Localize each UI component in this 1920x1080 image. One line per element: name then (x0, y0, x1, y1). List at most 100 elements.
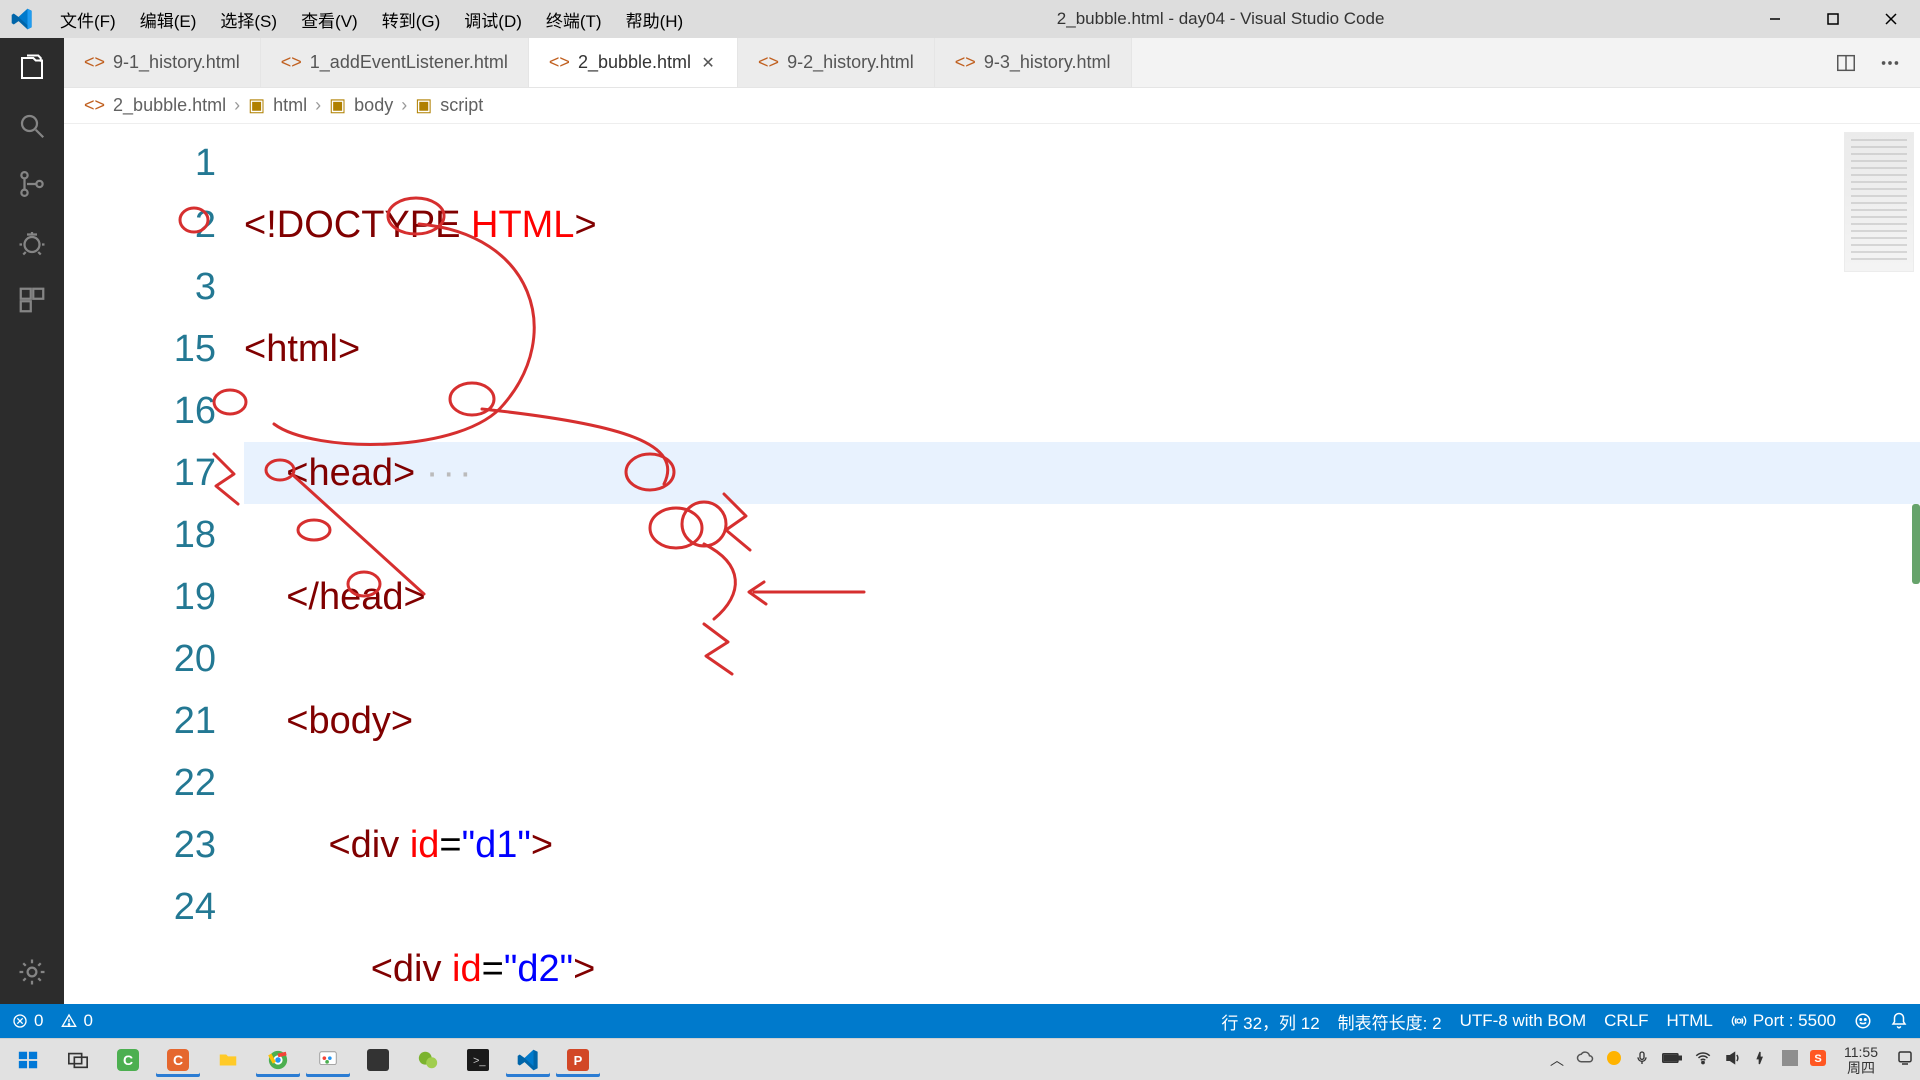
tab-1-addEventListener[interactable]: <> 1_addEventListener.html (261, 38, 529, 87)
tab-label: 2_bubble.html (578, 52, 691, 73)
breadcrumb-body[interactable]: body (354, 95, 393, 116)
menu-selection[interactable]: 选择(S) (208, 1, 289, 38)
tab-9-3-history[interactable]: <> 9-3_history.html (935, 38, 1132, 87)
menu-debug[interactable]: 调试(D) (452, 1, 534, 38)
tray-power-icon[interactable] (1754, 1049, 1770, 1070)
menu-bar: 文件(F) 编辑(E) 选择(S) 查看(V) 转到(G) 调试(D) 终端(T… (48, 1, 695, 38)
title-bar: 文件(F) 编辑(E) 选择(S) 查看(V) 转到(G) 调试(D) 终端(T… (0, 0, 1920, 38)
tray-battery-icon[interactable] (1662, 1051, 1682, 1068)
svg-text:C: C (123, 1052, 133, 1068)
status-live-server[interactable]: Port : 5500 (1731, 1011, 1836, 1031)
status-warnings[interactable]: 0 (61, 1011, 92, 1031)
explorer-icon[interactable] (14, 50, 50, 86)
tab-9-2-history[interactable]: <> 9-2_history.html (738, 38, 935, 87)
code-area[interactable]: <!DOCTYPE HTML> <html> <head> ··· </head… (244, 132, 1920, 1004)
activity-bar (0, 38, 64, 1004)
menu-go[interactable]: 转到(G) (370, 1, 453, 38)
tab-label: 1_addEventListener.html (310, 52, 508, 73)
file-explorer-icon[interactable] (206, 1043, 250, 1077)
tab-label: 9-1_history.html (113, 52, 240, 73)
breadcrumb-script[interactable]: script (440, 95, 483, 116)
camtasia2-icon[interactable]: C (156, 1043, 200, 1077)
status-eol[interactable]: CRLF (1604, 1011, 1648, 1031)
tray-wifi-icon[interactable] (1694, 1049, 1712, 1070)
vscode-taskbar-icon[interactable] (506, 1043, 550, 1077)
maximize-button[interactable] (1804, 0, 1862, 38)
symbol-icon: ▣ (415, 95, 432, 116)
system-tray: ︿ S 11:55 周四 (1550, 1044, 1914, 1076)
menu-terminal[interactable]: 终端(T) (534, 1, 614, 38)
camtasia-icon[interactable]: C (106, 1043, 150, 1077)
menu-help[interactable]: 帮助(H) (614, 1, 696, 38)
status-encoding[interactable]: UTF-8 with BOM (1460, 1011, 1587, 1031)
breadcrumb-html[interactable]: html (273, 95, 307, 116)
tray-cloud-icon[interactable] (1576, 1049, 1594, 1070)
settings-gear-icon[interactable] (14, 954, 50, 990)
scrollbar-thumb[interactable] (1912, 504, 1920, 584)
split-editor-icon[interactable] (1832, 49, 1860, 77)
breadcrumb[interactable]: <> 2_bubble.html › ▣ html › ▣ body › ▣ s… (64, 88, 1920, 124)
terminal-icon[interactable]: >_ (456, 1043, 500, 1077)
status-notifications-icon[interactable] (1890, 1012, 1908, 1030)
debug-icon[interactable] (14, 224, 50, 260)
task-view-icon[interactable] (56, 1043, 100, 1077)
app-dark-icon[interactable] (356, 1043, 400, 1077)
tray-chevron-up-icon[interactable]: ︿ (1550, 1050, 1564, 1070)
html-file-icon: <> (758, 52, 779, 73)
search-icon[interactable] (14, 108, 50, 144)
chevron-right-icon: › (315, 95, 321, 116)
extensions-icon[interactable] (14, 282, 50, 318)
folded-indicator[interactable]: ··· (426, 452, 476, 494)
window-title: 2_bubble.html - day04 - Visual Studio Co… (695, 9, 1746, 29)
minimize-button[interactable] (1746, 0, 1804, 38)
html-file-icon: <> (84, 95, 105, 116)
vscode-logo-icon (10, 7, 34, 31)
wechat-icon[interactable] (406, 1043, 450, 1077)
taskbar-clock[interactable]: 11:55 周四 (1838, 1044, 1884, 1076)
paint-icon[interactable] (306, 1043, 350, 1077)
tray-volume-icon[interactable] (1724, 1049, 1742, 1070)
status-feedback-icon[interactable] (1854, 1012, 1872, 1030)
windows-taskbar: C C >_ P ︿ S 11:55 周四 (0, 1038, 1920, 1080)
tray-app2-icon[interactable] (1782, 1050, 1798, 1069)
status-language[interactable]: HTML (1667, 1011, 1713, 1031)
tab-9-1-history[interactable]: <> 9-1_history.html (64, 38, 261, 87)
status-cursor-position[interactable]: 行 32，列 12 (1221, 1009, 1319, 1034)
line-number-gutter: 1 2 3 15 16 17 18 19 20 21 22 23 24 (64, 132, 244, 1004)
svg-text:S: S (1814, 1053, 1821, 1065)
tab-label: 9-3_history.html (984, 52, 1111, 73)
menu-view[interactable]: 查看(V) (289, 1, 370, 38)
symbol-icon: ▣ (248, 95, 265, 116)
chevron-right-icon: › (401, 95, 407, 116)
scm-icon[interactable] (14, 166, 50, 202)
tabs-bar: <> 9-1_history.html <> 1_addEventListene… (64, 38, 1920, 88)
svg-text:>_: >_ (473, 1055, 486, 1067)
html-file-icon: <> (955, 52, 976, 73)
editor-group: <> 9-1_history.html <> 1_addEventListene… (64, 38, 1920, 1004)
close-button[interactable] (1862, 0, 1920, 38)
chevron-right-icon: › (234, 95, 240, 116)
html-file-icon: <> (549, 52, 570, 73)
minimap[interactable] (1844, 132, 1914, 272)
tray-sogou-icon[interactable]: S (1810, 1050, 1826, 1069)
more-actions-icon[interactable] (1876, 49, 1904, 77)
tab-label: 9-2_history.html (787, 52, 914, 73)
menu-edit[interactable]: 编辑(E) (128, 1, 209, 38)
close-icon[interactable]: ✕ (699, 54, 717, 72)
status-tab-size[interactable]: 制表符长度: 2 (1338, 1009, 1442, 1034)
tray-mic-icon[interactable] (1634, 1049, 1650, 1070)
svg-text:P: P (574, 1053, 583, 1068)
tab-2-bubble[interactable]: <> 2_bubble.html ✕ (529, 38, 738, 87)
html-file-icon: <> (281, 52, 302, 73)
symbol-icon: ▣ (329, 95, 346, 116)
chrome-icon[interactable] (256, 1043, 300, 1077)
editor[interactable]: 1 2 3 15 16 17 18 19 20 21 22 23 24 <!DO… (64, 124, 1920, 1004)
svg-text:C: C (173, 1052, 183, 1068)
status-errors[interactable]: 0 (12, 1011, 43, 1031)
tray-app-icon[interactable] (1606, 1050, 1622, 1069)
breadcrumb-file[interactable]: 2_bubble.html (113, 95, 226, 116)
powerpoint-icon[interactable]: P (556, 1043, 600, 1077)
menu-file[interactable]: 文件(F) (48, 1, 128, 38)
start-button[interactable] (6, 1043, 50, 1077)
tray-notifications-icon[interactable] (1896, 1049, 1914, 1070)
